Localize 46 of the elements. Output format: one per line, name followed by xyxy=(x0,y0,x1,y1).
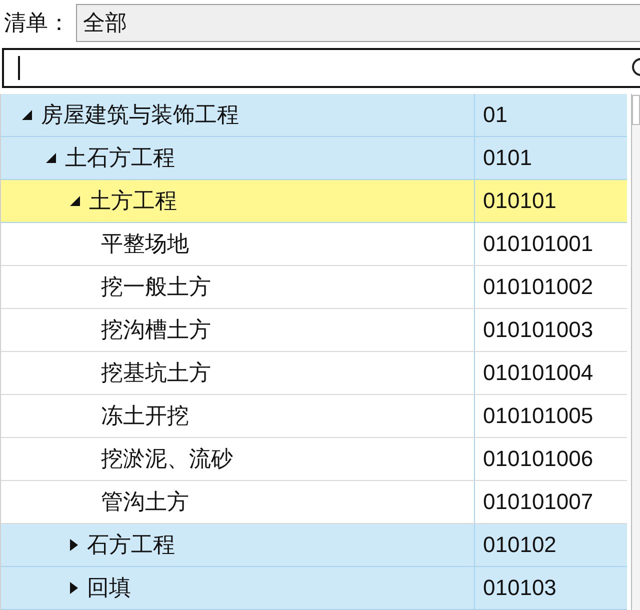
item-name: 土石方工程 xyxy=(65,145,175,173)
item-code: 010101005 xyxy=(482,402,594,430)
collapsed-triangle-icon[interactable] xyxy=(69,581,79,595)
item-code: 010101006 xyxy=(482,445,594,473)
expanded-triangle-icon[interactable] xyxy=(45,152,57,164)
tree-row[interactable]: 挖淤泥、流砂 010101006 xyxy=(1,438,627,481)
tree-row[interactable]: 挖沟槽土方 010101003 xyxy=(1,309,627,352)
item-code: 010101007 xyxy=(482,488,594,516)
item-code: 0101 xyxy=(482,144,533,172)
tree-row[interactable]: 石方工程 010102 xyxy=(1,524,627,567)
tree-row[interactable]: 冻土开挖 010101005 xyxy=(1,395,627,438)
item-code: 010101001 xyxy=(482,230,594,258)
item-name: 管沟土方 xyxy=(101,489,189,517)
collapsed-triangle-icon[interactable] xyxy=(69,538,79,552)
item-code: 010101004 xyxy=(482,359,594,387)
item-name: 房屋建筑与装饰工程 xyxy=(41,102,239,130)
tree-row[interactable]: 土石方工程 0101 xyxy=(1,137,627,180)
item-name: 挖基坑土方 xyxy=(101,360,211,388)
tree-row[interactable]: 挖一般土方 010101002 xyxy=(1,266,627,309)
search-field[interactable] xyxy=(2,48,640,88)
item-code: 010101 xyxy=(482,187,558,215)
item-name: 石方工程 xyxy=(87,532,175,560)
item-name: 冻土开挖 xyxy=(101,403,189,431)
scrollbar[interactable] xyxy=(631,94,640,610)
item-name: 挖沟槽土方 xyxy=(101,317,211,345)
tree-row[interactable]: 土方工程 010101 xyxy=(1,180,627,223)
tree-row[interactable]: 回填 010103 xyxy=(1,567,627,610)
tree-row[interactable]: 管沟土方 010101007 xyxy=(1,481,627,524)
list-dropdown[interactable]: 全部 xyxy=(76,4,640,42)
item-name: 挖淤泥、流砂 xyxy=(101,446,233,474)
item-name: 挖一般土方 xyxy=(101,274,211,302)
expanded-triangle-icon[interactable] xyxy=(69,195,81,207)
tree-row[interactable]: 房屋建筑与装饰工程 01 xyxy=(1,94,627,137)
item-name: 土方工程 xyxy=(89,188,177,216)
item-code: 010103 xyxy=(482,574,558,602)
list-label: 清单： xyxy=(4,10,70,38)
item-code: 010102 xyxy=(482,531,558,559)
item-code: 01 xyxy=(482,101,508,129)
search-icon[interactable] xyxy=(630,58,640,78)
item-code: 010101003 xyxy=(482,316,594,344)
tree-row[interactable]: 挖基坑土方 010101004 xyxy=(1,352,627,395)
item-code: 010101002 xyxy=(482,273,594,301)
item-name: 回填 xyxy=(87,575,131,603)
item-name: 平整场地 xyxy=(101,231,189,259)
expanded-triangle-icon[interactable] xyxy=(21,109,33,121)
tree-row[interactable]: 平整场地 010101001 xyxy=(1,223,627,266)
